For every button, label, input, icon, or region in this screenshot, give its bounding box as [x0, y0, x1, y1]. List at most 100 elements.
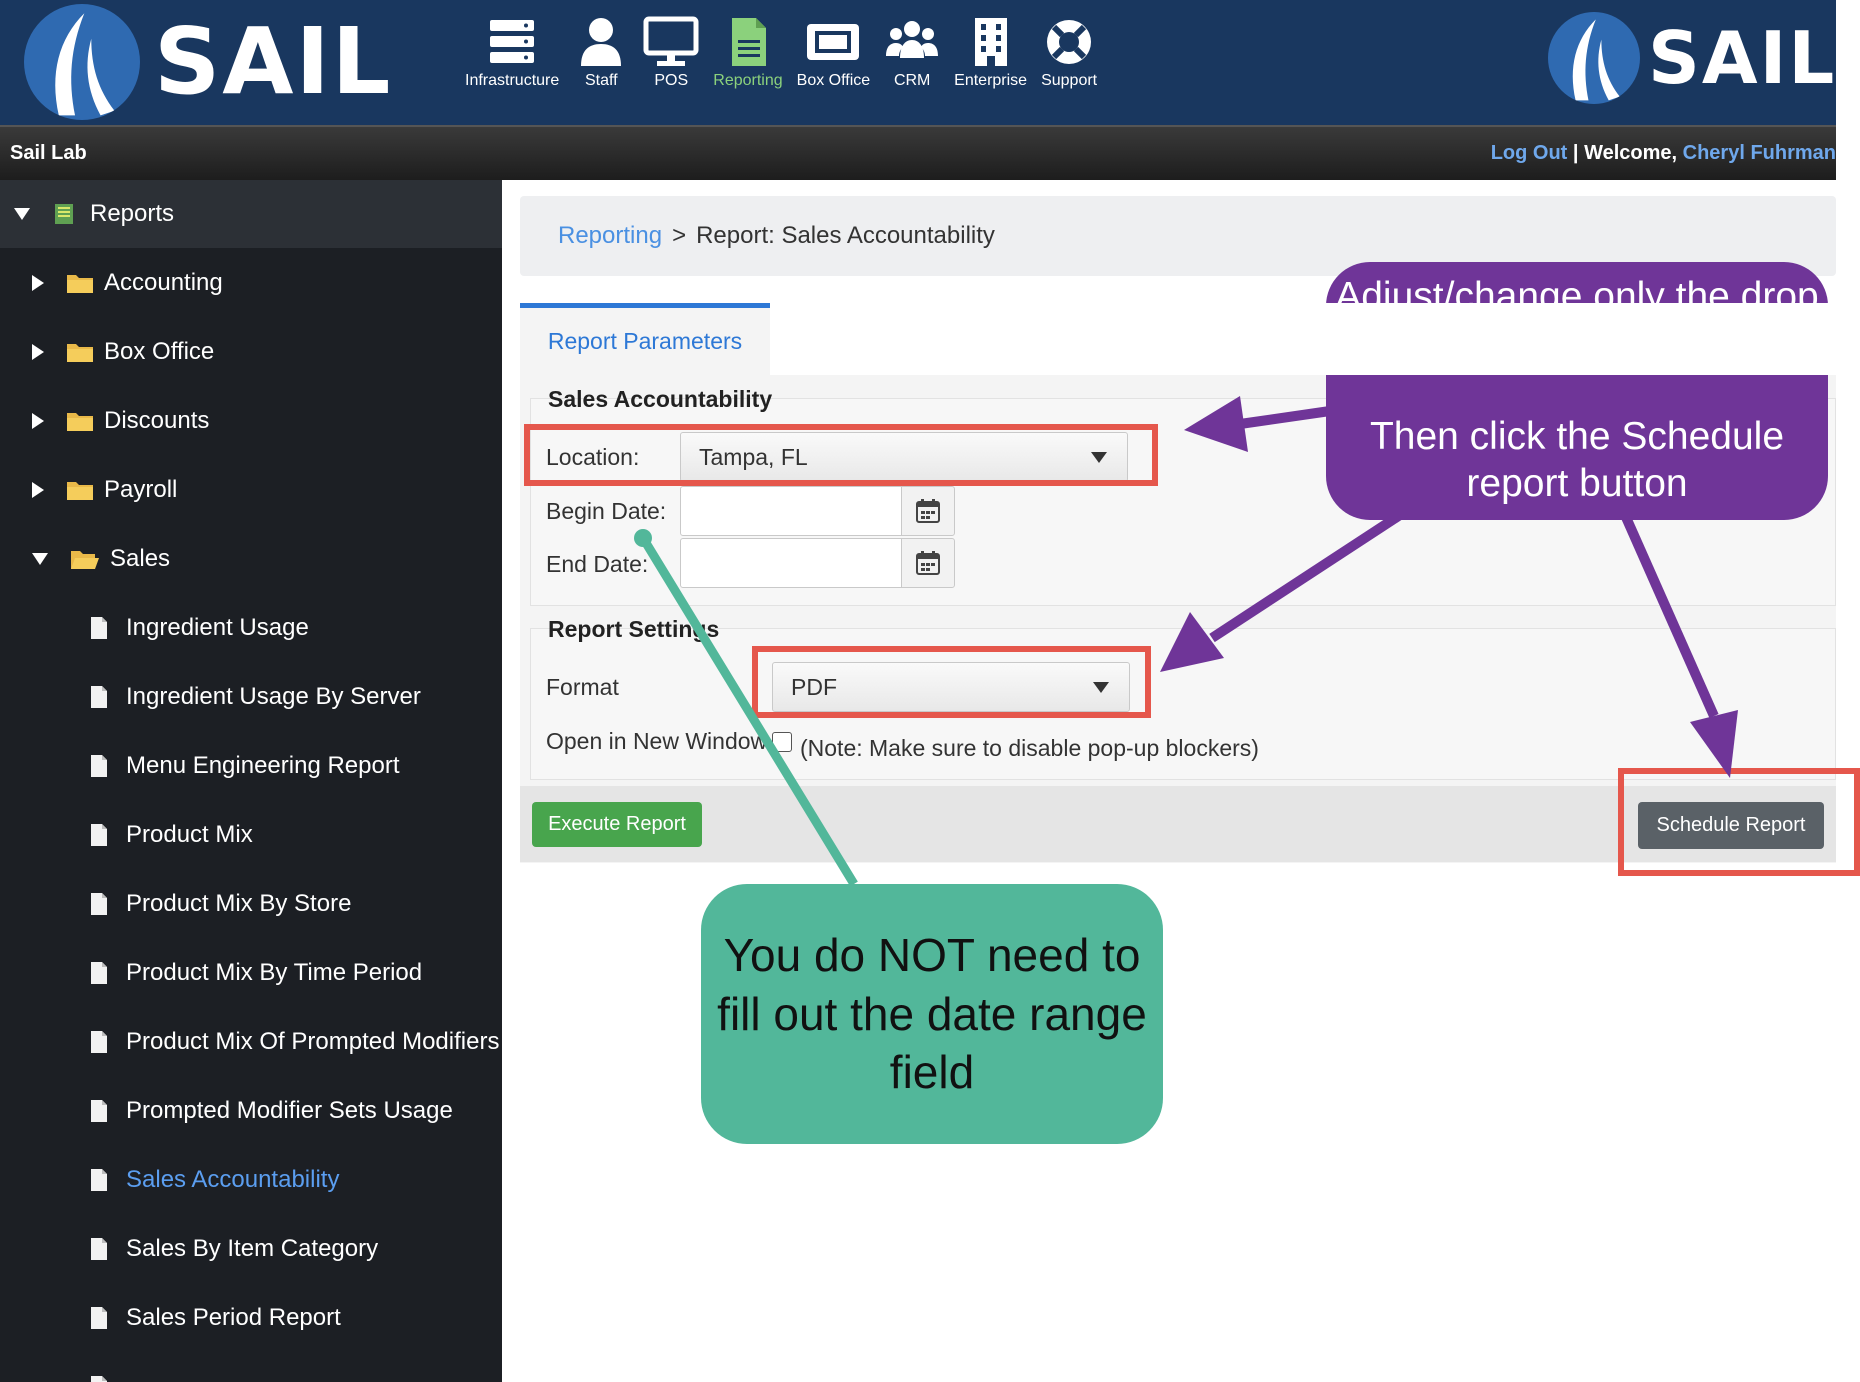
schedule-report-button[interactable]: Schedule Report	[1638, 802, 1824, 849]
location-select-value: Tampa, FL	[699, 443, 808, 470]
sidebar-item-label: Product Mix By Store	[126, 889, 352, 917]
document-icon	[91, 892, 107, 915]
nav-label: Infrastructure	[465, 72, 560, 89]
sidebar-item-label: Sales Accountability	[126, 1165, 340, 1193]
collapsed-triangle-icon[interactable]	[32, 343, 44, 360]
sidebar-item-product-mix-of-prompted-modifiers[interactable]: Product Mix Of Prompted Modifiers	[0, 1007, 502, 1076]
format-label: Format	[546, 674, 619, 700]
sidebar-item-ingredient-usage[interactable]: Ingredient Usage	[0, 593, 502, 662]
sidebar-item-ingredient-usage-by-server[interactable]: Ingredient Usage By Server	[0, 662, 502, 731]
sidebar-item-sales-period-report[interactable]: Sales Period Report	[0, 1283, 502, 1352]
nav-support[interactable]: Support	[1034, 16, 1104, 90]
nav-pos[interactable]: POS	[636, 16, 706, 90]
execute-report-button[interactable]: Execute Report	[532, 802, 702, 847]
lifebuoy-icon	[1047, 20, 1092, 64]
nav-label: CRM	[893, 72, 931, 89]
sidebar-item-sales[interactable]: Sales	[0, 524, 502, 593]
begin-date-label: Begin Date:	[546, 498, 667, 524]
logout-link[interactable]: Log Out	[1491, 142, 1568, 164]
sidebar-item-label: Reports	[90, 200, 175, 227]
sidebar-item-box-office[interactable]: Box Office	[0, 317, 502, 386]
tab-strip	[770, 303, 1836, 375]
nav-reporting[interactable]: Reporting	[706, 16, 789, 90]
sidebar-item-accounting[interactable]: Accounting	[0, 248, 502, 317]
nav-label: Support	[1041, 72, 1098, 89]
section-title-report-settings: Report Settings	[548, 616, 720, 642]
end-date-input[interactable]	[680, 538, 902, 588]
location-label: Location:	[546, 444, 640, 470]
sidebar-item-label: Discounts	[104, 406, 210, 434]
sidebar-item-reports[interactable]: Reports	[0, 180, 502, 248]
sidebar-item-label: Ingredient Usage	[126, 613, 309, 641]
sidebar-item-product-mix-by-time-period[interactable]: Product Mix By Time Period	[0, 938, 502, 1007]
sidebar-item-label: Product Mix	[126, 820, 253, 848]
sidebar-item-sales-accountability[interactable]: Sales Accountability	[0, 1145, 502, 1214]
document-icon	[91, 1306, 107, 1329]
sidebar-item-label: Payroll	[104, 475, 178, 503]
sidebar-item-label: Sales	[110, 544, 171, 572]
breadcrumb: Reporting > Report: Sales Accountability	[520, 196, 1836, 276]
nav-box-office[interactable]: Box Office	[790, 16, 878, 90]
folder-icon	[67, 274, 93, 293]
sidebar-item-label: Sales By Item Category	[126, 1234, 379, 1262]
expanded-triangle-icon[interactable]	[14, 208, 30, 220]
document-icon	[91, 823, 107, 846]
sidebar-item-menu-engineering-report[interactable]: Menu Engineering Report	[0, 731, 502, 800]
logo-text: SAIL	[1648, 16, 1837, 100]
sidebar-item-label: Prompted Modifier Sets Usage	[126, 1096, 453, 1124]
user-separator: |	[1572, 142, 1579, 164]
top-navigation-bar: SAIL Infrastructure Staff POS Reporting …	[0, 0, 1836, 125]
document-icon	[91, 1168, 107, 1191]
sidebar-item-prompted-modifier-sets-usage[interactable]: Prompted Modifier Sets Usage	[0, 1076, 502, 1145]
nav-infrastructure[interactable]: Infrastructure	[458, 16, 566, 90]
sidebar-item-payroll[interactable]: Payroll	[0, 455, 502, 524]
begin-date-calendar-button[interactable]	[901, 486, 955, 536]
sidebar-item-sales-by-item-category[interactable]: Sales By Item Category	[0, 1214, 502, 1283]
end-date-calendar-button[interactable]	[901, 538, 955, 588]
main-nav: Infrastructure Staff POS Reporting Box O…	[458, 16, 1104, 90]
welcome-text: Welcome,	[1584, 142, 1678, 164]
open-new-window-checkbox[interactable]	[772, 732, 792, 752]
sidebar-item-label: Sales Period Report	[126, 1303, 341, 1331]
reports-book-icon	[55, 204, 73, 224]
begin-date-input[interactable]	[680, 486, 902, 536]
open-folder-icon	[71, 550, 99, 569]
dropdown-arrow-icon	[1093, 682, 1109, 693]
expanded-triangle-icon[interactable]	[32, 552, 48, 565]
logo-text: SAIL	[154, 8, 393, 115]
sail-logo[interactable]: SAIL	[24, 4, 392, 120]
nav-staff[interactable]: Staff	[566, 16, 636, 90]
format-select[interactable]: PDF	[772, 662, 1130, 712]
nav-enterprise[interactable]: Enterprise	[947, 16, 1034, 90]
collapsed-triangle-icon[interactable]	[32, 412, 44, 429]
user-name-link[interactable]: Cheryl Fuhrman	[1683, 142, 1836, 164]
document-icon	[91, 685, 107, 708]
folder-icon	[67, 343, 93, 362]
collapsed-triangle-icon[interactable]	[32, 274, 44, 291]
tab-report-parameters[interactable]: Report Parameters	[520, 303, 770, 375]
nav-label: Box Office	[796, 72, 871, 89]
breadcrumb-current: Report: Sales Accountability	[696, 222, 995, 249]
sidebar-item-product-mix[interactable]: Product Mix	[0, 800, 502, 869]
breadcrumb-reporting-link[interactable]: Reporting	[558, 222, 662, 250]
nav-crm[interactable]: CRM	[877, 16, 947, 90]
popup-blocker-note: (Note: Make sure to disable pop-up block…	[800, 735, 1259, 761]
collapsed-triangle-icon[interactable]	[32, 481, 44, 498]
format-select-value: PDF	[791, 673, 837, 700]
sidebar-item-product-mix-by-store[interactable]: Product Mix By Store	[0, 869, 502, 938]
sidebar-item-label: Product Mix Of Prompted Modifiers	[126, 1027, 500, 1055]
document-icon	[91, 1375, 107, 1382]
location-select[interactable]: Tampa, FL	[680, 432, 1128, 482]
sail-logo-icon	[24, 4, 140, 120]
calendar-icon	[916, 499, 940, 523]
nav-label: Reporting	[713, 72, 783, 89]
sidebar-item-partial[interactable]	[0, 1352, 502, 1382]
building-icon	[974, 18, 1007, 66]
breadcrumb-separator: >	[672, 222, 687, 249]
document-icon	[91, 616, 107, 639]
nav-label: Staff	[584, 72, 618, 89]
end-date-label: End Date:	[546, 551, 649, 577]
sidebar-item-discounts[interactable]: Discounts	[0, 386, 502, 455]
section-title-sales-accountability: Sales Accountability	[548, 386, 773, 412]
document-icon	[731, 18, 766, 66]
